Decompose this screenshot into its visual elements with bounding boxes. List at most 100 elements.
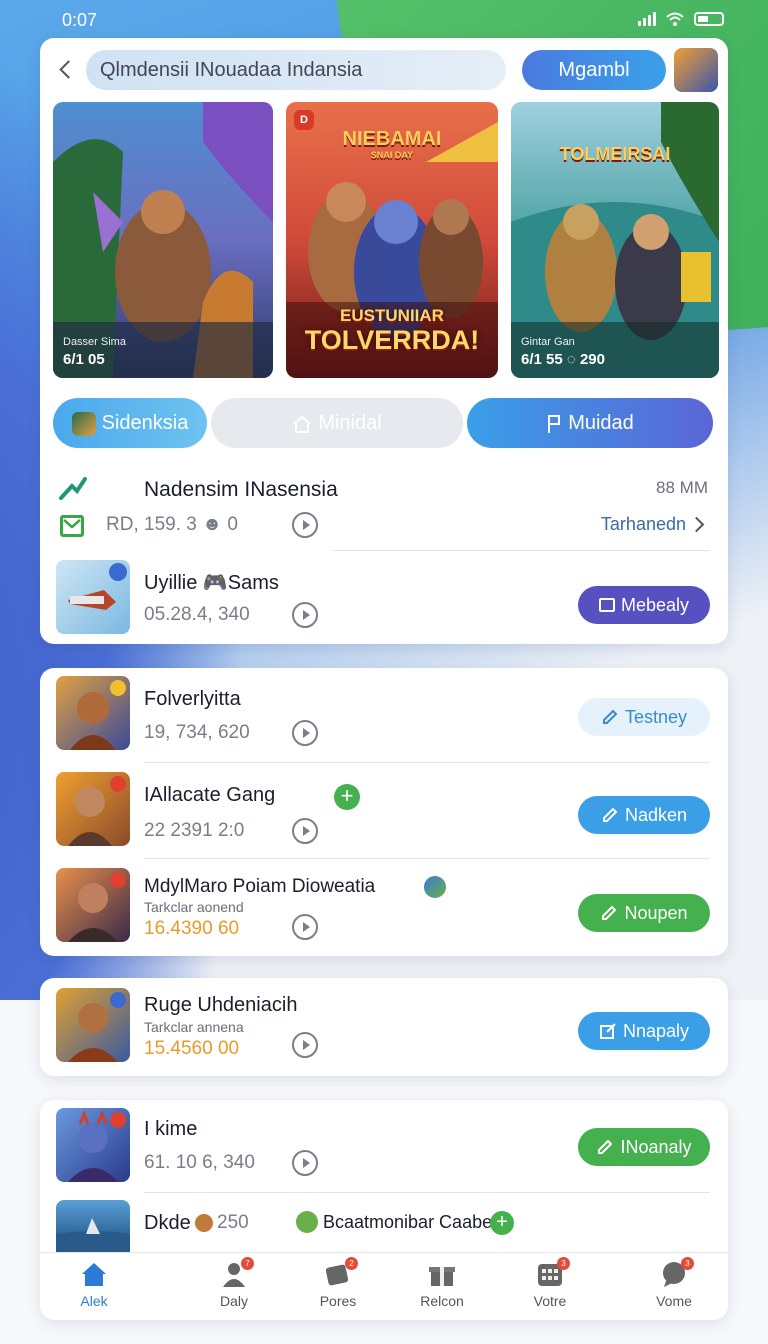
list-item[interactable]: MdylMaro Poiam Dioweatia Tarkclar aonend… — [40, 868, 728, 948]
list-item[interactable]: I kime 61. 10 6, 340 INoanaly — [40, 1108, 728, 1188]
pencil-icon — [602, 905, 617, 920]
item-action-button[interactable]: Testney — [578, 698, 710, 736]
item-action-button[interactable]: Nnapaly — [578, 1012, 710, 1050]
box-icon — [598, 598, 615, 612]
list-item[interactable]: Dkde 250 Bcaatmonibar Caabe + — [40, 1200, 728, 1260]
home-outline-icon — [293, 415, 311, 433]
signal-icon — [638, 12, 656, 26]
item-action-label: Noupen — [624, 903, 688, 923]
search-input[interactable] — [86, 50, 506, 90]
item-title: Dkde — [144, 1212, 191, 1234]
list-item[interactable]: Ruge Uhdeniacih Tarkclar annena 15.4560 … — [40, 988, 728, 1068]
tab-avatar-icon — [71, 411, 96, 436]
flag-icon — [548, 414, 561, 433]
banner-2-top-subtitle: SNAI DAY — [370, 150, 414, 160]
nav-item-vome[interactable]: 3 Vome — [634, 1257, 714, 1309]
wifi-icon — [666, 12, 684, 26]
banner-3-caption: Gintar Gan — [521, 336, 575, 348]
chart-up-icon — [59, 477, 87, 500]
divider — [144, 1192, 710, 1193]
list-item[interactable]: Folverlyitta 19, 734, 620 Testney — [40, 676, 728, 756]
pencil-icon — [598, 1139, 613, 1154]
banner-1-stats: 6/1 05 — [63, 351, 105, 368]
item-stat: 16.4390 60 — [144, 918, 240, 939]
nav-item-relcon[interactable]: Relcon — [402, 1261, 482, 1309]
back-button[interactable] — [54, 58, 78, 82]
main-card: Mgambl Dasser Sima 6/1 05 — [40, 38, 728, 644]
item-action-button[interactable]: INoanaly — [578, 1128, 710, 1166]
add-icon[interactable]: + — [334, 784, 360, 810]
play-icon[interactable] — [292, 914, 318, 940]
gift-icon — [428, 1261, 456, 1287]
item-action-button[interactable]: Mebealy — [578, 586, 710, 624]
add-icon[interactable]: + — [490, 1211, 514, 1235]
play-icon[interactable] — [292, 1032, 318, 1058]
list-card-3: Ruge Uhdeniacih Tarkclar annena 15.4560 … — [40, 978, 728, 1076]
pencil-icon — [602, 807, 618, 822]
banner-2-title-line1: EUSTUNIIAR — [340, 306, 444, 325]
item-action-label: Mebealy — [620, 595, 690, 615]
item-title: Uyillie 🎮Sams — [144, 572, 279, 594]
item-subtitle: Tarkclar aonend — [144, 899, 244, 915]
item-action-button[interactable]: Noupen — [578, 894, 710, 932]
item-badge-icon — [110, 1112, 126, 1128]
item-title: Ruge Uhdeniacih — [144, 994, 298, 1016]
tab-muidad-label: Muidad — [568, 412, 634, 434]
item-title: Folverlyitta — [144, 688, 241, 710]
item-action-button[interactable]: Nadken — [578, 796, 710, 834]
nav-item-daly[interactable]: 7 Daly — [194, 1257, 274, 1309]
check-badge-icon — [296, 1211, 318, 1233]
banner-1[interactable]: Dasser Sima 6/1 05 — [53, 102, 273, 378]
divider — [332, 550, 710, 551]
pencil-icon — [602, 709, 618, 724]
tab-sidenksia-label: Sidenksia — [101, 412, 189, 434]
play-icon[interactable] — [292, 818, 318, 844]
people-icon: 7 — [220, 1257, 254, 1287]
chevron-right-icon[interactable] — [688, 516, 705, 533]
play-icon[interactable] — [292, 1150, 318, 1176]
nav-item-pores[interactable]: 2 Pores — [298, 1257, 378, 1309]
item-action-label: Nadken — [624, 805, 688, 825]
tab-muidad[interactable]: Muidad — [467, 398, 713, 448]
item-badge-icon — [110, 992, 126, 1008]
cards-icon: 2 — [324, 1257, 358, 1287]
tab-sidenksia[interactable]: Sidenksia — [53, 398, 207, 448]
banner-2[interactable]: D NIEBAMAI SNAI DAY EUSTUNIIAR TOLVERRDA… — [286, 102, 498, 378]
tab-minidal[interactable]: Minidal — [211, 398, 463, 448]
item-stat: 15.4560 00 — [144, 1038, 240, 1059]
item-title: MdylMaro Poiam Dioweatia — [144, 876, 376, 897]
play-icon[interactable] — [292, 512, 318, 538]
primary-button[interactable]: Mgambl — [522, 50, 666, 90]
section-stat: RD, 159. 3 ☻ 0 — [106, 514, 238, 535]
nav-label: Relcon — [420, 1293, 464, 1309]
item-title: IAllacate Gang — [144, 784, 276, 806]
edit-icon — [599, 1023, 616, 1039]
banner-2-top-title: NIEBAMAI — [342, 128, 442, 150]
battery-icon — [694, 12, 724, 26]
cookie-icon — [195, 1214, 213, 1232]
item-thumbnail — [56, 988, 130, 1062]
home-icon — [82, 1263, 106, 1286]
item-stat: 61. 10 6, 340 — [144, 1152, 255, 1173]
item-stat: 19, 734, 620 — [144, 722, 250, 743]
banner-2-title-line2: TOLVERRDA! — [304, 325, 480, 355]
banner-2-badge: D — [294, 110, 314, 130]
item-title: I kime — [144, 1118, 198, 1140]
nav-label: Daly — [219, 1293, 248, 1309]
list-item[interactable]: IAllacate Gang + 22 2391 2:0 Nadken — [40, 772, 728, 852]
item-action-label: INoanaly — [620, 1137, 692, 1157]
section-header-row: Nadensim INasensia 88 MM RD, 159. 3 ☻ 0 … — [40, 468, 728, 558]
profile-avatar[interactable] — [674, 48, 718, 92]
nav-item-votre[interactable]: 3 Votre — [510, 1257, 590, 1309]
play-icon[interactable] — [292, 720, 318, 746]
nav-item-alek[interactable]: Alek — [54, 1261, 134, 1309]
item-badge-icon — [110, 776, 126, 792]
list-item[interactable]: Uyillie 🎮Sams 05.28.4, 340 Mebealy — [40, 558, 728, 638]
play-icon[interactable] — [292, 602, 318, 628]
banner-3[interactable]: TOLMEIRSAI Gintar Gan 6/1 55 ◌ 290 — [511, 102, 719, 378]
banner-3-stats: 6/1 55 ◌ 290 — [521, 351, 605, 368]
divider — [144, 762, 710, 763]
item-extra-label: Bcaatmonibar Caabe — [323, 1212, 493, 1232]
item-badge-icon — [110, 872, 126, 888]
section-link[interactable]: Tarhanedn — [601, 514, 686, 535]
